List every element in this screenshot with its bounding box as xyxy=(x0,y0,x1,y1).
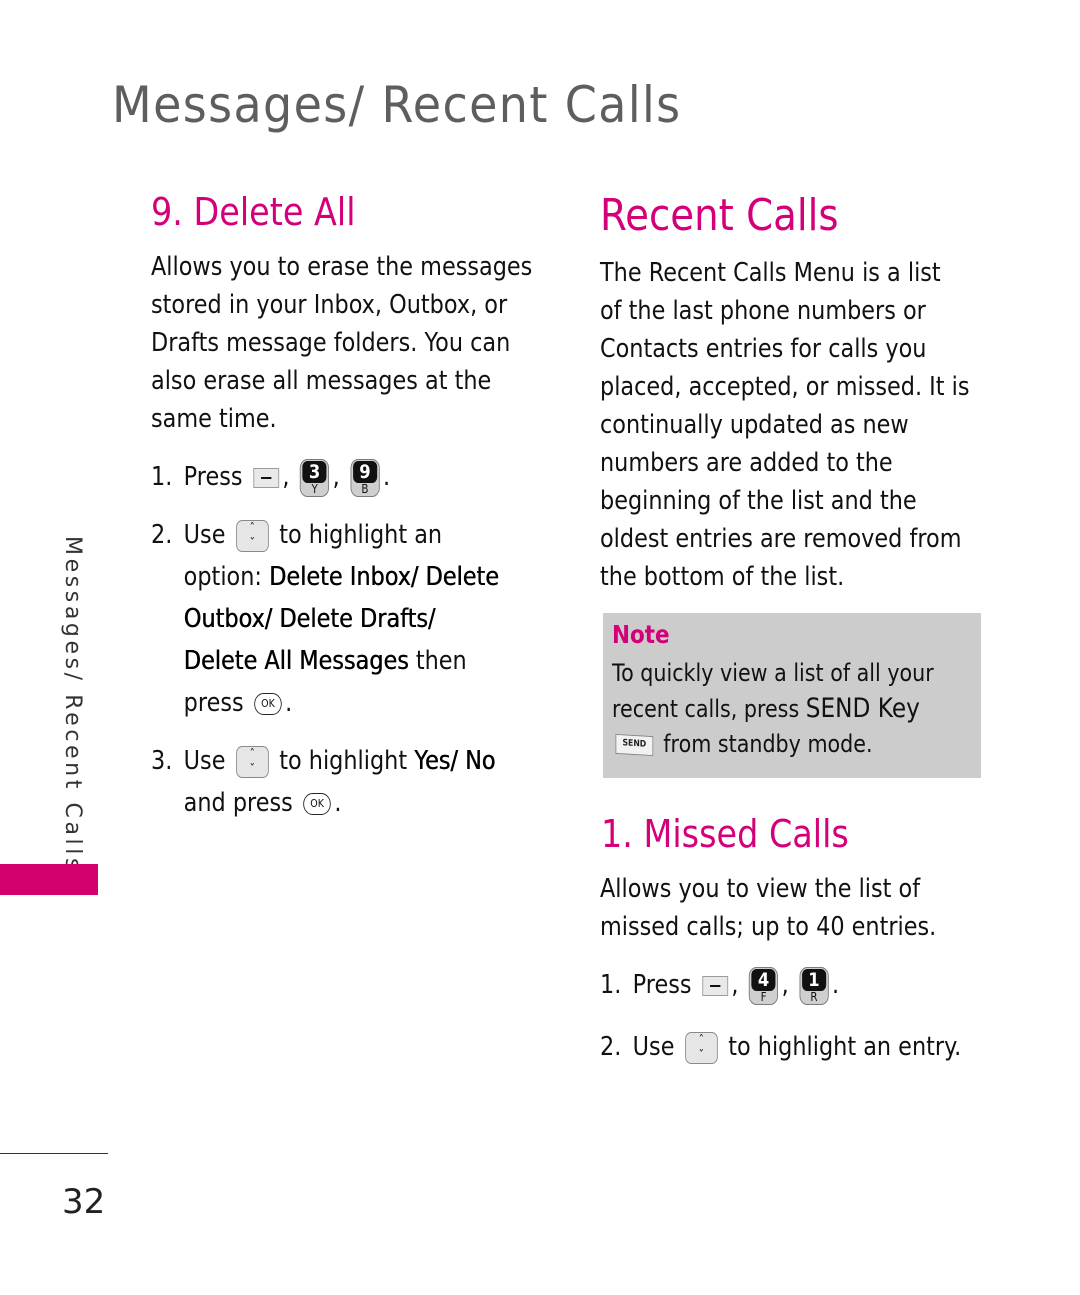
step-line: Delete All Messages then xyxy=(151,640,499,682)
missed-calls-step-2: 2. Use ˆˇ to highlight an entry. xyxy=(600,1026,961,1068)
send-key-label: SEND Key xyxy=(805,693,920,724)
note-body: To quickly view a list of all your recen… xyxy=(612,656,934,762)
step-line: press OK. xyxy=(183,688,293,718)
missed-calls-step-1: 1. Press , 4F, 1R. xyxy=(600,964,839,1006)
note-text: recent calls, press xyxy=(612,695,806,723)
recent-calls-heading: Recent Calls xyxy=(600,190,839,241)
step-text: Use xyxy=(632,1032,675,1062)
description-line: stored in your Inbox, Outbox, or xyxy=(151,290,508,320)
note-line: SEND from standby mode. xyxy=(612,727,934,762)
number-key-1-icon: 1R xyxy=(799,966,829,1005)
delete-all-description: Allows you to erase the messages stored … xyxy=(151,248,533,438)
description-line: placed, accepted, or missed. It is xyxy=(600,372,970,402)
step-text: Use xyxy=(183,746,226,776)
key-digit: 3 xyxy=(302,460,327,483)
note-text: from standby mode. xyxy=(663,730,873,758)
description-line: numbers are added to the xyxy=(600,448,893,478)
key-letter: B xyxy=(361,481,369,496)
step-text: press xyxy=(183,688,244,718)
missed-calls-heading: 1. Missed Calls xyxy=(601,812,849,856)
description-line: of the last phone numbers or xyxy=(600,296,926,326)
delete-all-step-2: 2. Use ˆˇ to highlight an option: Delete … xyxy=(151,514,499,724)
step-text: Press xyxy=(183,462,243,492)
description-line: beginning of the list and the xyxy=(600,486,917,516)
nav-key-icon: ˆˇ xyxy=(236,519,269,552)
description-line: Allows you to erase the messages xyxy=(151,252,533,282)
step-text: to highlight xyxy=(279,746,415,776)
step-text: to highlight an xyxy=(279,520,443,550)
step-text: option: xyxy=(183,562,270,592)
step-text: to highlight an entry. xyxy=(728,1032,962,1062)
note-line: recent calls, press SEND Key xyxy=(612,691,934,727)
step-text: then xyxy=(408,646,467,676)
number-key-4-icon: 4F xyxy=(748,966,779,1005)
step-line: option: Delete Inbox/ Delete xyxy=(151,556,499,598)
ok-key-icon: OK xyxy=(303,792,331,815)
nav-key-icon: ˆˇ xyxy=(236,745,269,778)
description-line: the bottom of the list. xyxy=(600,562,845,592)
key-letter: F xyxy=(760,989,767,1004)
key-digit: 1 xyxy=(801,968,826,991)
step-number: 1. xyxy=(600,970,622,1000)
delete-all-heading: 9. Delete All xyxy=(151,190,356,234)
key-digit: 9 xyxy=(352,460,377,483)
description-line: same time. xyxy=(151,404,277,434)
section-side-label: Messages/ Recent Calls xyxy=(60,536,85,874)
left-softkey-icon xyxy=(253,467,279,488)
step-text: Press xyxy=(632,970,692,1000)
description-line: also erase all messages at the xyxy=(151,366,492,396)
page-number: 32 xyxy=(62,1182,106,1222)
step-number: 2. xyxy=(600,1032,622,1062)
send-key-icon: SEND xyxy=(615,733,654,757)
key-letter: Y xyxy=(311,481,318,496)
description-line: The Recent Calls Menu is a list xyxy=(600,258,941,288)
description-line: Contacts entries for calls you xyxy=(600,334,927,364)
option-names: Outbox/ Delete Drafts/ xyxy=(183,604,436,634)
left-softkey-icon xyxy=(702,975,728,996)
footer-divider xyxy=(0,1153,108,1154)
description-line: continually updated as new xyxy=(600,410,909,440)
description-line: missed calls; up to 40 entries. xyxy=(600,912,937,942)
recent-calls-description: The Recent Calls Menu is a list of the l… xyxy=(600,254,996,596)
step-text: Use xyxy=(183,520,226,550)
option-names: Yes/ No xyxy=(414,746,496,776)
note-title: Note xyxy=(612,620,670,649)
option-names: Delete Inbox/ Delete xyxy=(269,562,499,592)
note-line: To quickly view a list of all your xyxy=(612,659,934,687)
delete-all-step-3: 3. Use ˆˇ to highlight Yes/ No and press … xyxy=(151,740,495,824)
step-text: and press xyxy=(183,788,293,818)
description-line: Drafts message folders. You can xyxy=(151,328,511,358)
step-number: 3. xyxy=(151,746,173,776)
step-number: 1. xyxy=(151,462,173,492)
key-letter: R xyxy=(810,989,818,1004)
option-names: Delete All Messages xyxy=(183,646,409,676)
missed-calls-description: Allows you to view the list of missed ca… xyxy=(600,870,996,946)
number-key-3-icon: 3Y xyxy=(299,458,330,497)
number-key-9-icon: 9B xyxy=(350,458,380,497)
step-number: 2. xyxy=(151,520,173,550)
delete-all-step-1: 1. Press , 3Y, 9B. xyxy=(151,456,390,498)
description-line: Allows you to view the list of xyxy=(600,874,921,904)
step-line: and press OK. xyxy=(183,788,342,818)
description-line: oldest entries are removed from xyxy=(600,524,962,554)
step-line: Outbox/ Delete Drafts/ xyxy=(151,598,499,640)
nav-key-icon: ˆˇ xyxy=(685,1031,718,1064)
ok-key-icon: OK xyxy=(254,692,282,715)
section-tab-marker xyxy=(0,864,98,895)
key-digit: 4 xyxy=(751,968,776,991)
page-title: Messages/ Recent Calls xyxy=(112,76,682,134)
